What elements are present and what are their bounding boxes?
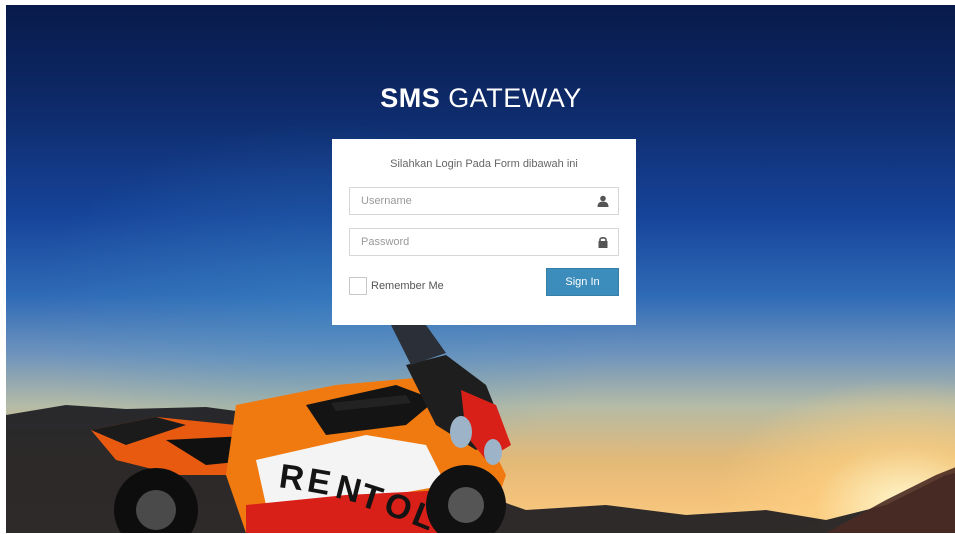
username-field-wrapper	[349, 187, 619, 215]
app-title-light: GATEWAY	[440, 83, 582, 113]
sign-in-button[interactable]: Sign In	[546, 268, 619, 296]
app-title-bold: SMS	[380, 83, 441, 113]
password-input[interactable]	[350, 229, 618, 255]
remember-me-checkbox[interactable]	[349, 277, 367, 295]
remember-me: Remember Me	[349, 277, 444, 295]
password-field-wrapper	[349, 228, 619, 256]
livery-letter-1: R	[277, 457, 307, 498]
login-message: Silahkan Login Pada Form dibawah ini	[390, 158, 578, 170]
form-actions: Remember Me Sign In	[349, 268, 619, 308]
remember-me-label[interactable]: Remember Me	[371, 280, 444, 292]
user-icon	[597, 195, 609, 207]
login-page-background: R E N T O L SMS GATEWAY Silahkan Login P…	[6, 5, 955, 533]
login-form: Silahkan Login Pada Form dibawah ini Rem…	[332, 139, 636, 325]
username-input[interactable]	[350, 188, 618, 214]
app-title: SMS GATEWAY	[6, 83, 955, 114]
lock-icon	[598, 236, 608, 248]
